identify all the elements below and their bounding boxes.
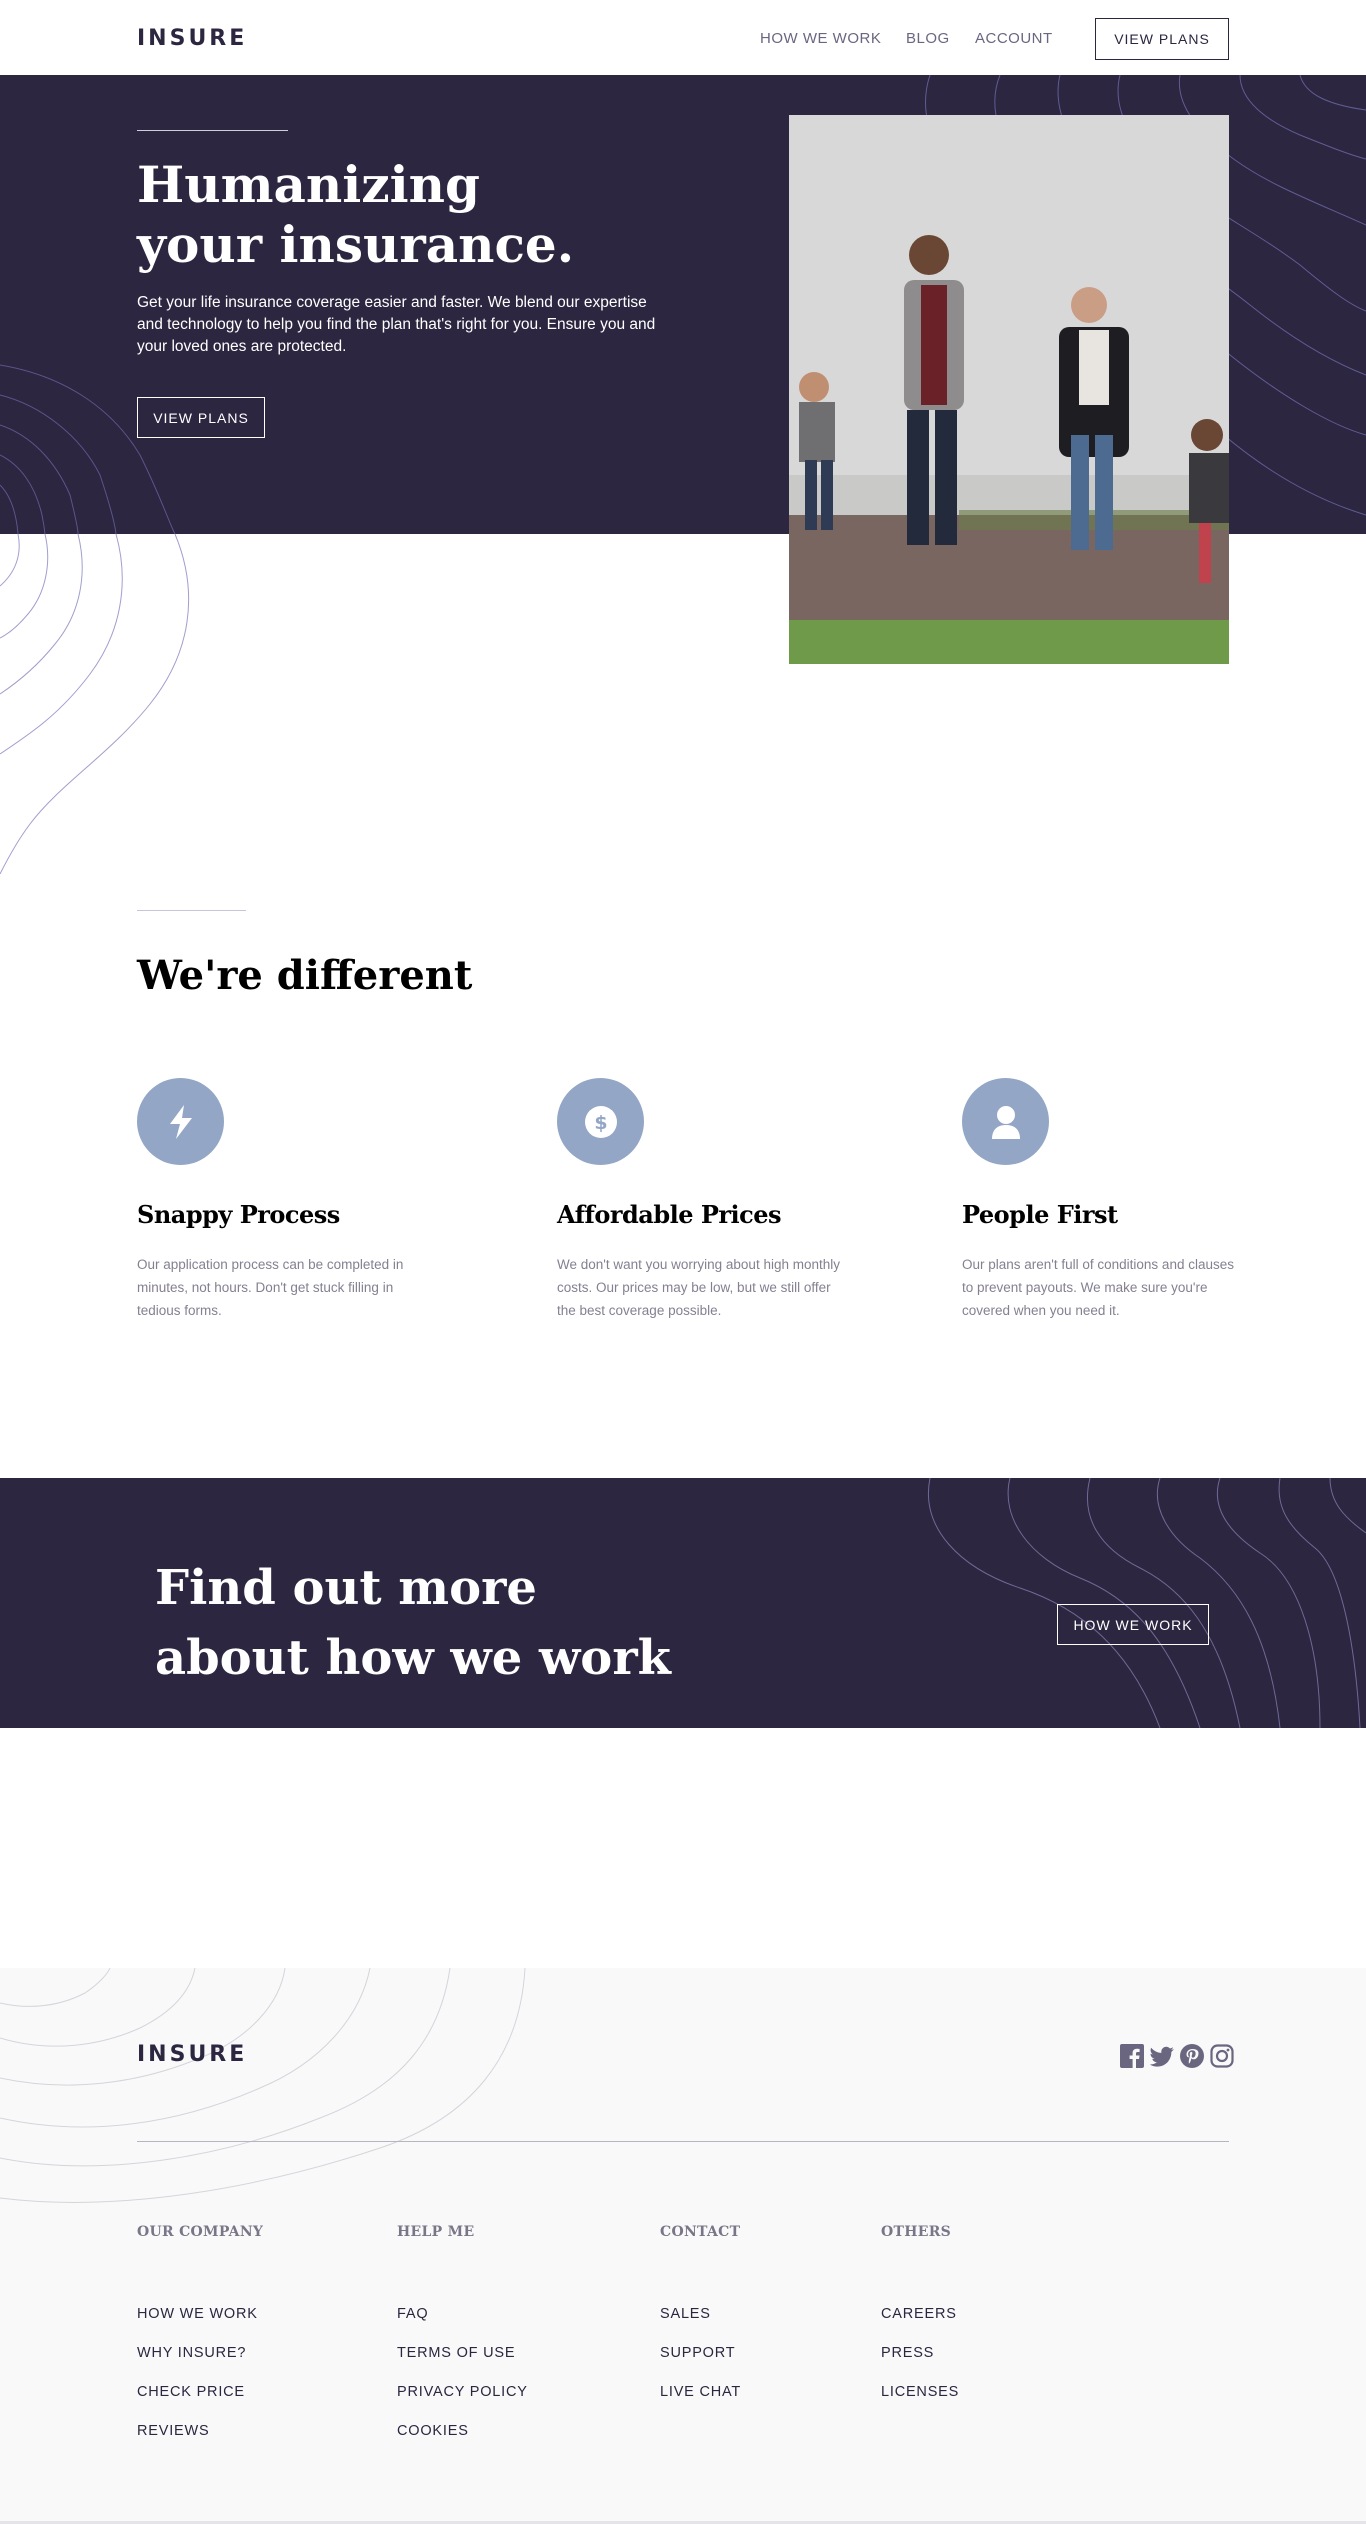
cta-section: Find out more about how we work HOW WE W… [0, 1478, 1366, 1728]
feature-text-affordable-prices: We don't want you worrying about high mo… [557, 1257, 840, 1318]
nav-blog[interactable]: BLOG [906, 30, 950, 47]
topographic-pattern-footer [0, 1968, 526, 2203]
footer-heading-others: OTHERS [881, 2224, 952, 2240]
footer-link-why-insure[interactable]: WHY INSURE? [137, 2345, 246, 2361]
hero-title-line-2: your insurance. [137, 215, 575, 274]
cta-title-line-2: about how we work [155, 1630, 671, 1686]
different-divider [137, 910, 246, 911]
svg-text:$: $ [594, 1112, 607, 1134]
feature-title-snappy-process: Snappy Process [137, 1200, 340, 1229]
footer-link-sales[interactable]: SALES [660, 2306, 711, 2322]
dollar-coin-icon: $ [557, 1078, 644, 1165]
site-header: INSURE HOW WE WORK BLOG ACCOUNT VIEW PLA… [0, 0, 1366, 75]
twitter-icon[interactable] [1149, 2044, 1174, 2068]
hero-title-line-1: Humanizing [137, 155, 480, 214]
family-photo [789, 115, 1229, 664]
cta-title-line-1: Find out more [155, 1560, 537, 1616]
footer-link-how-we-work[interactable]: HOW WE WORK [137, 2306, 258, 2322]
footer-link-careers[interactable]: CAREERS [881, 2306, 957, 2322]
footer-link-terms-of-use[interactable]: TERMS OF USE [397, 2345, 515, 2361]
feature-title-affordable-prices: Affordable Prices [557, 1200, 782, 1229]
hero-title: Humanizing your insurance. [137, 155, 697, 275]
footer-link-reviews[interactable]: REVIEWS [137, 2423, 209, 2439]
feature-text-people-first: Our plans aren't full of conditions and … [962, 1257, 1234, 1318]
topographic-pattern-cta [928, 1478, 1366, 1728]
footer-heading-help-me: HELP ME [397, 2224, 475, 2240]
family-photo-illustration [789, 115, 1229, 664]
footer-link-support[interactable]: SUPPORT [660, 2345, 735, 2361]
view-plans-hero-button[interactable]: VIEW PLANS [137, 397, 265, 438]
cta-title: Find out more about how we work [155, 1553, 755, 1693]
feature-title-people-first: People First [962, 1200, 1118, 1229]
footer-heading-contact: CONTACT [660, 2224, 741, 2240]
logo[interactable]: INSURE [137, 25, 248, 51]
how-we-work-cta-button[interactable]: HOW WE WORK [1057, 1604, 1209, 1645]
lightning-icon [137, 1078, 224, 1165]
hero-description: Get your life insurance coverage easier … [137, 294, 656, 355]
footer-link-privacy-policy[interactable]: PRIVACY POLICY [397, 2384, 528, 2400]
nav-account[interactable]: ACCOUNT [975, 30, 1053, 47]
pinterest-icon[interactable] [1180, 2044, 1204, 2068]
facebook-icon[interactable] [1120, 2044, 1144, 2068]
footer-link-faq[interactable]: FAQ [397, 2306, 428, 2322]
footer-logo-text: INSURE [137, 2041, 248, 2067]
site-footer: INSURE OUR COMPANY HOW WE WORK WHY INSUR… [0, 1968, 1366, 2524]
footer-divider [137, 2141, 1229, 2142]
footer-heading-our-company: OUR COMPANY [137, 2224, 264, 2240]
footer-logo[interactable]: INSURE [137, 2041, 248, 2067]
person-icon [962, 1078, 1049, 1165]
social-links [1120, 2044, 1234, 2068]
logo-text: INSURE [137, 25, 248, 51]
footer-link-live-chat[interactable]: LIVE CHAT [660, 2384, 741, 2400]
view-plans-header-button[interactable]: VIEW PLANS [1095, 18, 1229, 60]
footer-link-press[interactable]: PRESS [881, 2345, 934, 2361]
different-title: We're different [137, 952, 473, 999]
topographic-pattern-left [0, 534, 190, 874]
hero-divider [137, 130, 288, 131]
nav-how-we-work[interactable]: HOW WE WORK [760, 30, 881, 47]
footer-link-cookies[interactable]: COOKIES [397, 2423, 469, 2439]
instagram-icon[interactable] [1210, 2044, 1234, 2068]
footer-link-licenses[interactable]: LICENSES [881, 2384, 959, 2400]
feature-text-snappy-process: Our application process can be completed… [137, 1257, 404, 1318]
footer-link-check-price[interactable]: CHECK PRICE [137, 2384, 245, 2400]
